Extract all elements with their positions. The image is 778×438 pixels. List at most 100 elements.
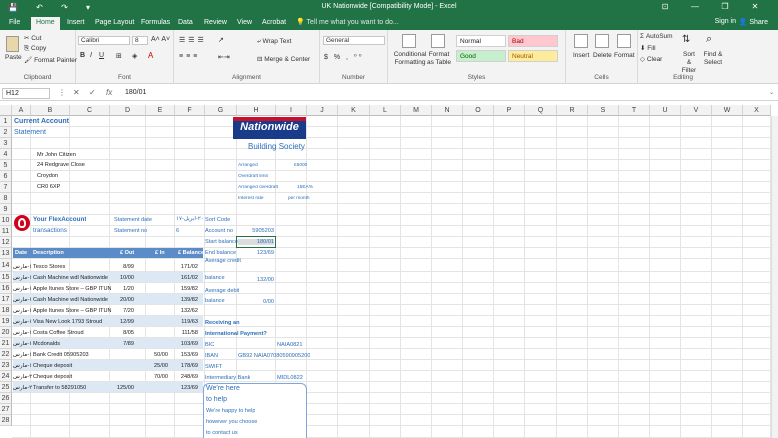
cancel-icon[interactable]: ✕ <box>73 88 80 97</box>
share-button[interactable]: 👤 Share <box>739 18 768 26</box>
row-header[interactable]: 19 <box>0 316 12 327</box>
row-header[interactable]: 13 <box>0 248 12 259</box>
row-header[interactable]: 11 <box>0 226 12 237</box>
number-format-combo[interactable]: General <box>323 36 385 45</box>
fill-button[interactable]: ⬇ Fill <box>640 44 656 52</box>
row-header[interactable]: 20 <box>0 327 12 338</box>
column-header[interactable]: X <box>743 105 771 116</box>
column-header[interactable]: Q <box>525 105 557 116</box>
tab-page-layout[interactable]: Page Layout <box>90 17 139 30</box>
sort-filter-button[interactable]: Sort & Filter <box>680 51 698 75</box>
row-header[interactable]: 27 <box>0 404 12 415</box>
formula-input[interactable]: 180/01 <box>125 89 146 96</box>
row-header[interactable]: 12 <box>0 237 12 248</box>
merge-center-button[interactable]: ⊟ Merge & Center <box>257 55 310 63</box>
column-header[interactable]: M <box>401 105 432 116</box>
sign-in-link[interactable]: Sign in <box>715 18 736 25</box>
bold-button[interactable]: B <box>80 52 85 59</box>
font-color-icon[interactable]: A <box>148 51 153 60</box>
borders-icon[interactable]: ⊞ <box>116 52 122 60</box>
column-header[interactable]: V <box>681 105 712 116</box>
column-header[interactable]: U <box>650 105 681 116</box>
indent-icons[interactable]: ⇤⇥ <box>218 53 230 61</box>
style-normal[interactable]: Normal <box>456 35 506 47</box>
row-header[interactable]: 15 <box>0 272 12 283</box>
select-all-corner[interactable] <box>0 105 12 116</box>
tab-file[interactable]: File <box>4 17 25 30</box>
minimize-button[interactable]: — <box>680 2 710 11</box>
conditional-formatting-button[interactable]: Conditional Formatting <box>392 51 428 67</box>
wrap-text-button[interactable]: ⤶ Wrap Text <box>257 38 291 46</box>
tell-me-box[interactable]: 💡 Tell me what you want to do... <box>296 18 399 26</box>
format-cells-icon[interactable] <box>617 34 631 48</box>
row-header[interactable]: 17 <box>0 294 12 305</box>
row-header[interactable]: 14 <box>0 259 12 272</box>
row-header[interactable]: 28 <box>0 415 12 426</box>
close-button[interactable]: ✕ <box>740 2 770 11</box>
row-header[interactable]: 18 <box>0 305 12 316</box>
tab-insert[interactable]: Insert <box>62 17 90 30</box>
restore-button[interactable]: ❐ <box>710 2 740 11</box>
row-header[interactable]: 5 <box>0 160 12 171</box>
cut-button[interactable]: ✂ Cut <box>24 34 41 42</box>
selected-cell-h12[interactable] <box>236 236 276 248</box>
row-header[interactable]: 24 <box>0 371 12 382</box>
row-header[interactable]: 23 <box>0 360 12 371</box>
paste-button[interactable]: Paste <box>5 54 22 61</box>
column-header[interactable]: C <box>70 105 110 116</box>
fill-color-icon[interactable]: ◈ <box>132 52 137 60</box>
column-header[interactable]: T <box>619 105 650 116</box>
row-header[interactable]: 4 <box>0 149 12 160</box>
sort-filter-icon[interactable]: ⇅ <box>682 34 690 45</box>
format-painter-button[interactable]: 🖌 Format Painter <box>24 56 77 64</box>
paste-icon[interactable] <box>6 36 19 52</box>
horizontal-align-icons[interactable]: ≡≡≡ <box>179 53 200 60</box>
row-header[interactable]: 3 <box>0 138 12 149</box>
tab-acrobat[interactable]: Acrobat <box>257 17 291 30</box>
tab-home[interactable]: Home <box>31 17 60 30</box>
font-size-combo[interactable]: 8 <box>132 36 148 45</box>
row-header[interactable]: 1 <box>0 116 12 127</box>
column-header[interactable]: E <box>146 105 175 116</box>
row-header[interactable]: 22 <box>0 349 12 360</box>
column-header[interactable]: O <box>463 105 494 116</box>
format-as-table-icon[interactable] <box>431 34 445 48</box>
row-header[interactable]: 6 <box>0 171 12 182</box>
tab-view[interactable]: View <box>232 17 257 30</box>
orientation-icon[interactable]: ↗ <box>218 36 224 44</box>
style-neutral[interactable]: Neutral <box>508 50 558 62</box>
insert-cells-icon[interactable] <box>574 34 588 48</box>
format-cells-button[interactable]: Format <box>614 52 635 59</box>
ribbon-display-icon[interactable]: ⊡ <box>650 2 680 11</box>
row-header[interactable]: 26 <box>0 393 12 404</box>
column-header[interactable]: D <box>110 105 146 116</box>
column-header[interactable]: W <box>712 105 743 116</box>
italic-button[interactable]: I <box>90 52 92 59</box>
row-header[interactable]: 7 <box>0 182 12 193</box>
row-header[interactable]: 8 <box>0 193 12 204</box>
row-header[interactable]: 10 <box>0 215 12 226</box>
vertical-align-icons[interactable]: ☰☰☰ <box>179 36 207 44</box>
find-icon[interactable]: ⌕ <box>706 33 712 46</box>
vertical-scrollbar[interactable] <box>771 116 778 438</box>
style-good[interactable]: Good <box>456 50 506 62</box>
name-box[interactable]: H12 <box>2 88 50 99</box>
enter-icon[interactable]: ✓ <box>89 88 96 97</box>
expand-formula-icon[interactable]: ⌄ <box>769 89 774 96</box>
conditional-formatting-icon[interactable] <box>402 34 416 48</box>
row-header[interactable]: 21 <box>0 338 12 349</box>
column-header[interactable]: R <box>557 105 588 116</box>
column-header[interactable]: K <box>338 105 370 116</box>
column-header[interactable]: P <box>494 105 525 116</box>
font-size-buttons[interactable]: A˄ A˅ <box>151 36 170 43</box>
underline-button[interactable]: U <box>99 52 104 59</box>
tab-formulas[interactable]: Formulas <box>136 17 175 30</box>
column-header[interactable]: S <box>588 105 619 116</box>
delete-cells-button[interactable]: Delete <box>593 52 612 59</box>
row-header[interactable]: 2 <box>0 127 12 138</box>
tab-data[interactable]: Data <box>173 17 198 30</box>
autosum-button[interactable]: Σ AutoSum <box>640 33 673 40</box>
column-header[interactable]: L <box>370 105 401 116</box>
column-header[interactable]: B <box>31 105 70 116</box>
row-header[interactable]: 9 <box>0 204 12 215</box>
